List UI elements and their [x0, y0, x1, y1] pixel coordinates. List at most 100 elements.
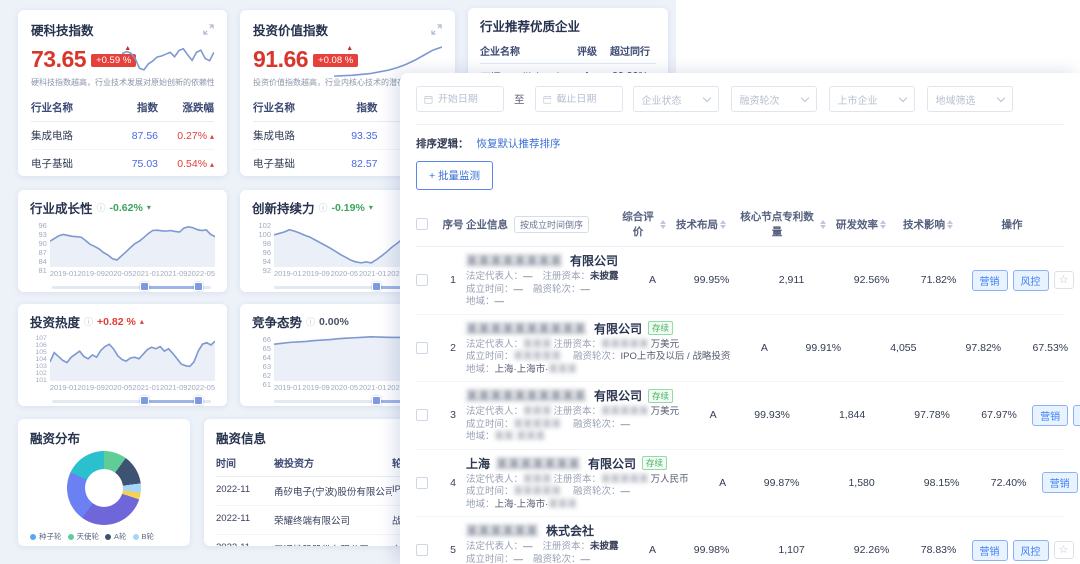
legend-dot	[68, 534, 74, 540]
risk-button[interactable]: 风控	[1013, 540, 1049, 561]
index-value: 91.66	[253, 46, 308, 72]
slider-handle-left[interactable]	[140, 396, 149, 405]
row-checkbox[interactable]	[416, 342, 428, 354]
filter-select[interactable]: 上市企业	[829, 86, 915, 112]
sort-header[interactable]: 技术影响	[896, 217, 960, 232]
marketing-button[interactable]: 营销	[972, 540, 1008, 561]
slider-handle-right[interactable]	[194, 282, 203, 291]
filter-select[interactable]: 地域筛选	[927, 86, 1013, 112]
row-checkbox[interactable]	[416, 409, 428, 421]
overall-rating: A	[699, 477, 747, 489]
select-all-checkbox[interactable]	[416, 218, 428, 230]
favorite-star-button[interactable]: ☆	[1054, 271, 1074, 289]
company-name[interactable]: 某某某某某某株式会社	[466, 522, 629, 539]
risk-button[interactable]: 风控	[1013, 270, 1049, 291]
company-table-row: 1 某某某某某某某某有限公司 法定代表人：—注册资本：未披露 成立时间：—融资轮…	[416, 247, 1064, 315]
slider-handle-left[interactable]	[372, 396, 381, 405]
company-name[interactable]: 某某某某某某某某某某有限公司存续	[466, 320, 740, 337]
down-arrow-icon: ▾	[369, 203, 373, 212]
filter-select[interactable]: 融资轮次	[731, 86, 817, 112]
investee-name: 天通控股股份有限公司	[274, 542, 392, 546]
restore-sort-link[interactable]: 恢复默认推荐排序	[477, 136, 561, 151]
sort-header[interactable]: 核心节点专利数量	[736, 209, 826, 239]
sort-by-founded-button[interactable]: 按成立时间倒序	[514, 216, 589, 233]
tech-impact: 67.97%	[967, 409, 1031, 421]
table-header: 行业名称 指数 涨跌幅	[31, 96, 214, 122]
slider-handle-left[interactable]	[372, 282, 381, 291]
status-badge: 存续	[648, 389, 673, 403]
slider-handle-right[interactable]	[194, 396, 203, 405]
status-badge: 存续	[648, 321, 673, 335]
info-icon[interactable]: ⓘ	[319, 201, 328, 214]
company-table-body: 1 某某某某某某某某有限公司 法定代表人：—注册资本：未披露 成立时间：—融资轮…	[416, 247, 1064, 564]
slider-handle-left[interactable]	[140, 282, 149, 291]
end-date-input[interactable]	[535, 86, 623, 112]
company-name[interactable]: 某某某某某某某某某某有限公司存续	[466, 387, 689, 404]
legend-dot	[30, 534, 36, 540]
rnd-efficiency: 92.26%	[837, 544, 907, 556]
y-axis: 10210098969492	[252, 221, 274, 267]
sort-icon	[720, 220, 726, 229]
info-icon[interactable]: ⓘ	[97, 201, 106, 214]
calendar-icon	[543, 94, 552, 105]
industry-growth-panel: 行业成长性 ⓘ -0.62% ▾ 969390878481 2019-01201…	[18, 190, 227, 292]
industry-row: 电子基础75.030.54% ▴	[31, 150, 214, 176]
chevron-down-icon	[800, 93, 808, 101]
financing-distribution-panel: 融资分布 种子轮天使轮A轮B轮C轮D轮E轮~Pre-IPO战略投资并购新三板IP…	[18, 419, 190, 546]
core-patents: 1,844	[807, 409, 897, 421]
sort-header[interactable]: 技术布局	[666, 217, 736, 232]
marketing-button[interactable]: 营销	[1032, 405, 1068, 426]
tech-layout: 99.95%	[677, 274, 747, 286]
filter-select[interactable]: 企业状态	[633, 86, 719, 112]
batch-monitor-button[interactable]: + 批量监测	[416, 161, 493, 190]
row-checkbox[interactable]	[416, 477, 428, 489]
company-table-row: 5 某某某某某某株式会社 法定代表人：—注册资本：未披露 成立时间：—融资轮次：…	[416, 517, 1064, 564]
change-percent: -0.62%	[110, 202, 143, 214]
overall-rating: A	[689, 409, 737, 421]
expand-icon[interactable]	[203, 24, 214, 35]
panel-title: 硬科技指数	[31, 20, 94, 39]
status-badge: 存续	[642, 456, 667, 470]
sparkline-chart	[122, 40, 214, 80]
invest-heat-panel: 投资热度 ⓘ +0.82 % ▴ 107106105104103102101 2…	[18, 304, 227, 406]
marketing-button[interactable]: 营销	[1042, 472, 1078, 493]
change-percent: -0.19%	[332, 202, 365, 214]
line-chart	[50, 335, 215, 381]
risk-button[interactable]: 风控	[1073, 405, 1080, 426]
sort-header[interactable]: 研发效率	[826, 217, 896, 232]
panel-title: 融资分布	[30, 428, 80, 447]
date-range-slider[interactable]	[52, 396, 211, 406]
dashboard-screen: 硬科技指数 73.65▲+0.59 % 硬科技指数越高，行业技术发展对原始创新的…	[0, 0, 1080, 564]
sort-icon	[947, 220, 953, 229]
industry-index-table: 行业名称 指数 涨跌幅 集成电路87.560.27% ▴电子基础75.030.5…	[31, 96, 214, 176]
core-patents: 1,580	[817, 477, 907, 489]
row-checkbox[interactable]	[416, 544, 428, 556]
favorite-star-button[interactable]: ☆	[1054, 541, 1074, 559]
date-range-to-label: 至	[514, 92, 525, 107]
start-date-input[interactable]	[416, 86, 504, 112]
expand-icon[interactable]	[431, 24, 442, 35]
company-name[interactable]: 上海某某某某某某某有限公司存续	[466, 455, 699, 472]
info-icon[interactable]: ⓘ	[84, 315, 93, 328]
sort-header[interactable]: 综合评价	[618, 209, 666, 239]
row-checkbox[interactable]	[416, 274, 428, 286]
panel-title: 投资价值指数	[253, 20, 328, 39]
date-range-slider[interactable]	[52, 282, 211, 292]
industry-row: 集成电路87.560.27% ▴	[31, 122, 214, 150]
filter-bar: 至 企业状态融资轮次上市企业地域筛选	[416, 86, 1064, 125]
legend-item: A轮	[105, 531, 127, 542]
company-name[interactable]: 某某某某某某某某有限公司	[466, 252, 629, 269]
overall-rating: A	[740, 342, 788, 354]
x-axis: 2019-012019-092020-052021-012021-092022-…	[50, 269, 215, 278]
info-icon[interactable]: ⓘ	[306, 315, 315, 328]
up-arrow-icon: ▴	[210, 160, 214, 169]
investee-name: 荣耀终端有限公司	[274, 513, 392, 527]
tech-layout: 99.98%	[677, 544, 747, 556]
marketing-button[interactable]: 营销	[972, 270, 1008, 291]
company-table-row: 3 某某某某某某某某某某有限公司存续 法定代表人：某某某注册资本：某某某某某万美…	[416, 382, 1064, 450]
legend-item: 种子轮	[30, 531, 62, 542]
legend-item: E轮~Pre-IPO	[86, 545, 139, 546]
company-table-row: 2 某某某某某某某某某某有限公司存续 法定代表人：某某某注册资本：某某某某某万美…	[416, 315, 1064, 383]
tech-layout: 99.91%	[788, 342, 858, 354]
chevron-down-icon	[702, 93, 710, 101]
